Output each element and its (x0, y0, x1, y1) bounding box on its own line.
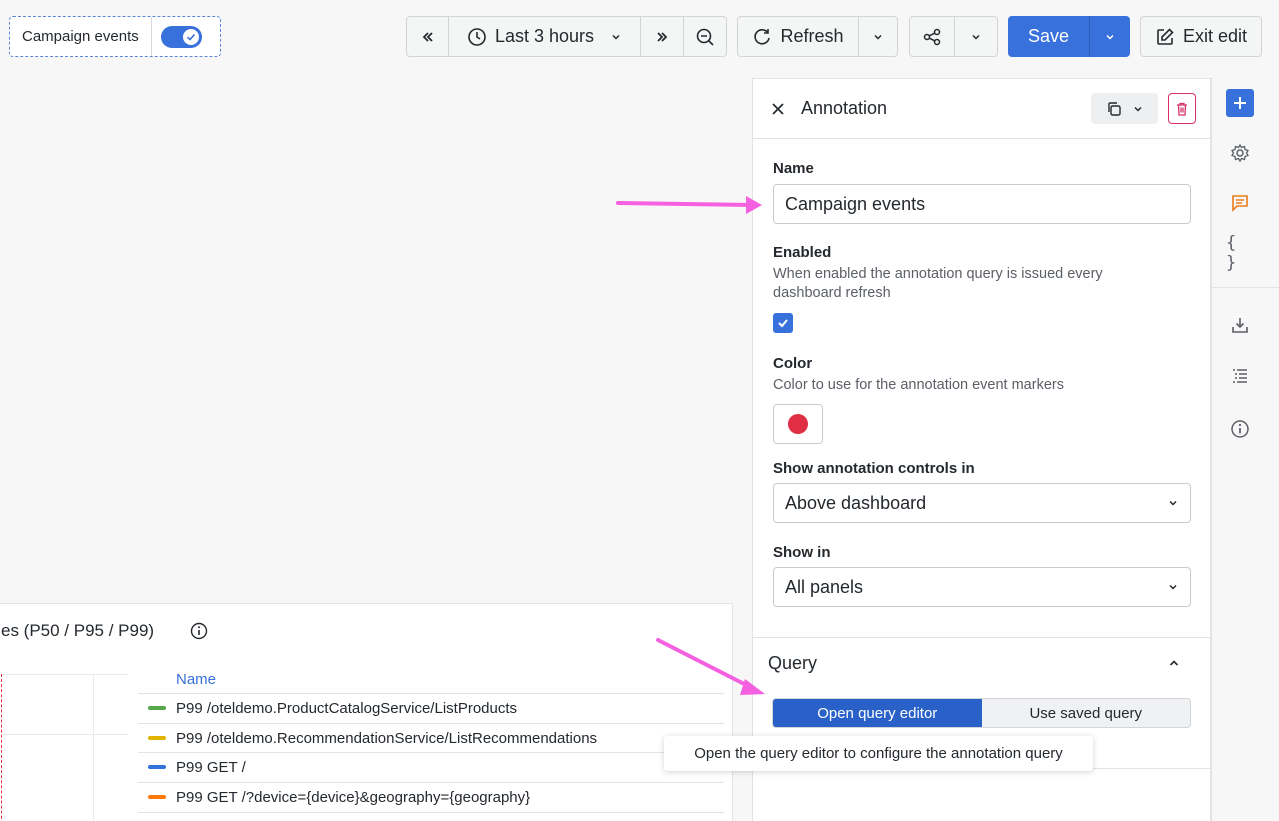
arrow-to-name-icon (616, 196, 762, 214)
arrow-to-query-icon (656, 638, 765, 695)
annotation-arrows (616, 196, 765, 695)
